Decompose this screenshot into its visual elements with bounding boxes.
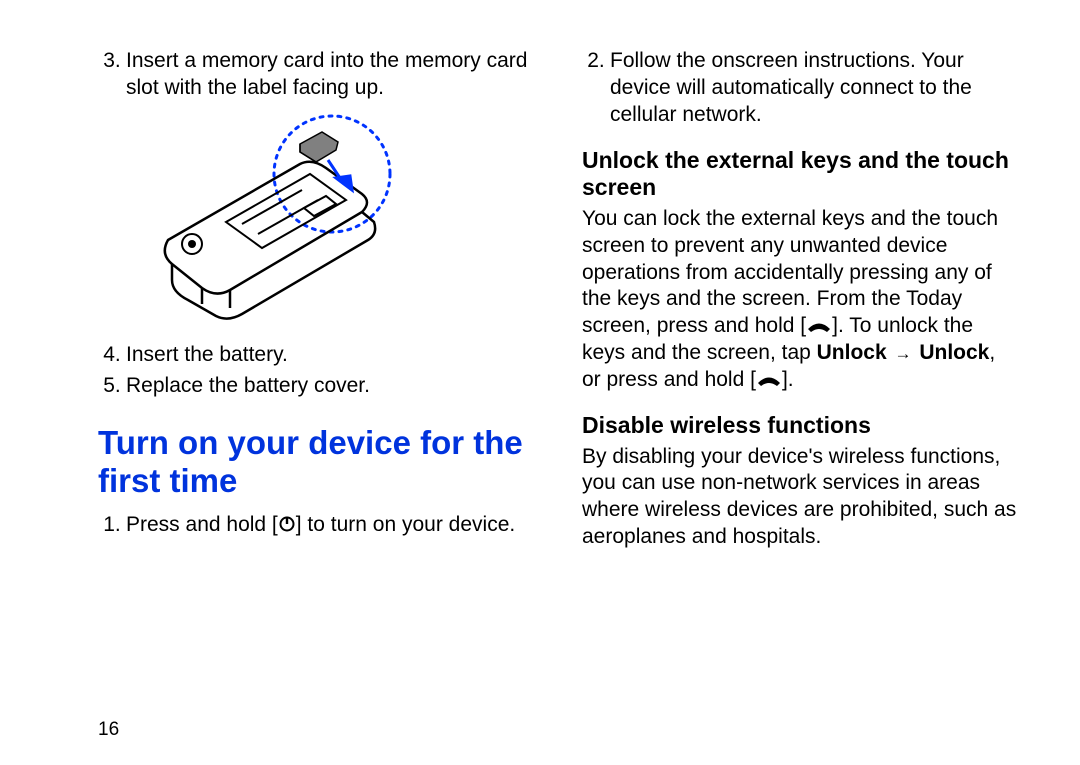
left-column: 3. Insert a memory card into the memory …	[98, 48, 534, 557]
subsection-title: Unlock the external keys and the touch s…	[582, 147, 1018, 202]
step-text: Press and hold [] to turn on your device…	[126, 512, 534, 539]
step-text: Replace the battery cover.	[126, 373, 534, 400]
step-number: 1.	[98, 512, 126, 539]
list-item: 4. Insert the battery.	[98, 342, 534, 369]
step-text: Insert the battery.	[126, 342, 534, 369]
section-title: Turn on your device for the first time	[98, 424, 534, 501]
page-number: 16	[98, 719, 119, 741]
arrow-right-icon: →	[893, 343, 914, 365]
right-column: 2. Follow the onscreen instructions. You…	[582, 48, 1018, 557]
list-item: 5. Replace the battery cover.	[98, 373, 534, 400]
subsection-title: Disable wireless functions	[582, 412, 1018, 440]
end-call-icon	[806, 314, 832, 337]
step-number: 4.	[98, 342, 126, 369]
paragraph: By disabling your device's wireless func…	[582, 444, 1018, 552]
paragraph: You can lock the external keys and the t…	[582, 206, 1018, 394]
end-call-icon	[756, 368, 782, 391]
step-number: 2.	[582, 48, 610, 129]
step-text: Follow the onscreen instructions. Your d…	[610, 48, 1018, 129]
step-number: 5.	[98, 373, 126, 400]
power-icon	[278, 513, 296, 536]
step-text: Insert a memory card into the memory car…	[126, 48, 534, 102]
list-item: 3. Insert a memory card into the memory …	[98, 48, 534, 102]
step-number: 3.	[98, 48, 126, 102]
memory-card-illustration	[150, 112, 430, 332]
list-item: 1. Press and hold [] to turn on your dev…	[98, 512, 534, 539]
list-item: 2. Follow the onscreen instructions. You…	[582, 48, 1018, 129]
